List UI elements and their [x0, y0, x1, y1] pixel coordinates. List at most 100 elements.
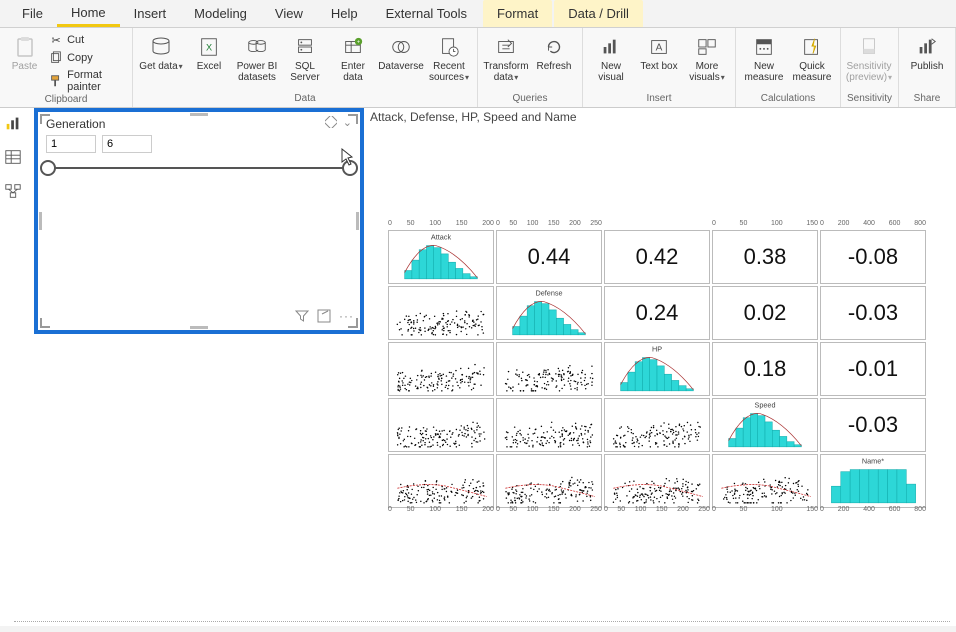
svg-text:X: X: [206, 43, 212, 53]
model-view-button[interactable]: [2, 180, 24, 202]
paste-label: Paste: [12, 62, 38, 73]
publish-button[interactable]: Publish: [905, 30, 949, 73]
resize-l[interactable]: [39, 212, 42, 230]
report-view-button[interactable]: [2, 112, 24, 134]
matrix-corr-attack-speed: 0.38: [712, 230, 818, 284]
matrix-corr-defense-name: -0.03: [820, 286, 926, 340]
svg-text:+: +: [357, 39, 360, 45]
matrix-scatter-speed-hp: [604, 398, 710, 452]
tab-insert[interactable]: Insert: [120, 0, 181, 27]
copy-button[interactable]: Copy: [47, 50, 126, 66]
matrix-diag-speed: Speed: [712, 398, 818, 452]
excel-icon: X: [196, 34, 222, 60]
group-share: Publish Share: [899, 28, 956, 107]
recent-sources-label: Recent sources▾: [427, 62, 471, 83]
group-insert: New visual A Text box More visuals▾ Inse…: [583, 28, 736, 107]
sql-server-button[interactable]: SQL Server: [283, 30, 327, 83]
focus-mode-icon[interactable]: [317, 309, 331, 326]
resize-tl[interactable]: [40, 114, 50, 124]
new-visual-button[interactable]: New visual: [589, 30, 633, 83]
matrix-scatter-hp-attack: [388, 342, 494, 396]
resize-t[interactable]: [190, 113, 208, 116]
cut-label: Cut: [67, 34, 84, 46]
sql-server-label: SQL Server: [283, 62, 327, 83]
new-measure-button[interactable]: New measure: [742, 30, 786, 83]
group-label-data: Data: [139, 93, 471, 105]
resize-bl[interactable]: [40, 318, 50, 328]
paste-button[interactable]: Paste: [6, 30, 43, 73]
matrix-scatter-name-hp: [604, 454, 710, 508]
matrix-corr-defense-hp: 0.24: [604, 286, 710, 340]
more-visuals-label: More visuals▾: [685, 62, 729, 83]
data-view-button[interactable]: [2, 146, 24, 168]
scatterplot-matrix[interactable]: Attack 0.440.420.38-0.08 Defense: [388, 230, 926, 508]
copy-label: Copy: [67, 52, 93, 64]
refresh-button[interactable]: Refresh: [532, 30, 576, 73]
slider-handle-min[interactable]: [40, 160, 56, 176]
resize-b[interactable]: [190, 326, 208, 329]
sensitivity-label: Sensitivity (preview)▾: [846, 62, 892, 83]
more-visuals-icon: [694, 34, 720, 60]
dataverse-icon: [388, 34, 414, 60]
pbi-datasets-button[interactable]: Power BI datasets: [235, 30, 279, 83]
tab-file[interactable]: File: [8, 0, 57, 27]
matrix-corr-hp-speed: 0.18: [712, 342, 818, 396]
report-canvas: Generation ⌄: [0, 108, 956, 626]
tab-view[interactable]: View: [261, 0, 317, 27]
svg-text:Name*: Name*: [862, 456, 884, 465]
matrix-corr-attack-name: -0.08: [820, 230, 926, 284]
matrix-corr-defense-speed: 0.02: [712, 286, 818, 340]
tab-home[interactable]: Home: [57, 0, 120, 27]
tab-format[interactable]: Format: [483, 0, 552, 27]
new-measure-icon: [751, 34, 777, 60]
transform-data-button[interactable]: Transform data▾: [484, 30, 528, 83]
sensitivity-icon: [856, 34, 882, 60]
cut-button[interactable]: ✂ Cut: [47, 32, 126, 48]
enter-data-button[interactable]: + Enter data: [331, 30, 375, 83]
get-data-button[interactable]: Get data▾: [139, 30, 183, 73]
svg-text:Defense: Defense: [535, 288, 562, 297]
group-label-sensitivity: Sensitivity: [847, 93, 892, 105]
get-data-label: Get data▾: [139, 62, 182, 73]
page-boundary: [14, 621, 950, 622]
slicer-max-input[interactable]: [102, 135, 152, 153]
refresh-icon: [541, 34, 567, 60]
sensitivity-button[interactable]: Sensitivity (preview)▾: [847, 30, 891, 83]
matrix-scatter-defense-attack: [388, 286, 494, 340]
matrix-scatter-name-attack: [388, 454, 494, 508]
excel-button[interactable]: X Excel: [187, 30, 231, 73]
tab-modeling[interactable]: Modeling: [180, 0, 261, 27]
slicer-slider[interactable]: [48, 167, 350, 169]
resize-tr[interactable]: [348, 114, 358, 124]
clear-selections-icon[interactable]: [325, 116, 337, 131]
transform-data-label: Transform data▾: [483, 62, 528, 83]
matrix-diag-hp: HP: [604, 342, 710, 396]
more-options-icon[interactable]: ···: [339, 309, 354, 326]
slicer-min-input[interactable]: [46, 135, 96, 153]
slicer-visual-generation[interactable]: Generation ⌄: [34, 108, 364, 334]
scissors-icon: ✂: [49, 33, 63, 47]
format-painter-button[interactable]: Format painter: [47, 68, 126, 94]
matrix-corr-hp-name: -0.01: [820, 342, 926, 396]
matrix-diag-attack: Attack: [388, 230, 494, 284]
matrix-diag-name: Name*: [820, 454, 926, 508]
resize-r[interactable]: [356, 212, 359, 230]
transform-data-icon: [493, 34, 519, 60]
tab-data-drill[interactable]: Data / Drill: [554, 0, 643, 27]
quick-measure-button[interactable]: Quick measure: [790, 30, 834, 83]
tab-help[interactable]: Help: [317, 0, 372, 27]
get-data-icon: [148, 34, 174, 60]
enter-data-label: Enter data: [331, 62, 375, 83]
text-box-button[interactable]: A Text box: [637, 30, 681, 73]
filter-icon[interactable]: [295, 309, 309, 326]
new-measure-label: New measure: [742, 62, 786, 83]
recent-sources-button[interactable]: Recent sources▾: [427, 30, 471, 83]
svg-text:HP: HP: [652, 344, 662, 353]
paste-icon: [12, 34, 38, 60]
new-visual-icon: [598, 34, 624, 60]
tab-external-tools[interactable]: External Tools: [372, 0, 481, 27]
group-label-clipboard: Clipboard: [6, 94, 126, 105]
more-visuals-button[interactable]: More visuals▾: [685, 30, 729, 83]
scatterplot-matrix-title: Attack, Defense, HP, Speed and Name: [370, 110, 577, 124]
dataverse-button[interactable]: Dataverse: [379, 30, 423, 73]
